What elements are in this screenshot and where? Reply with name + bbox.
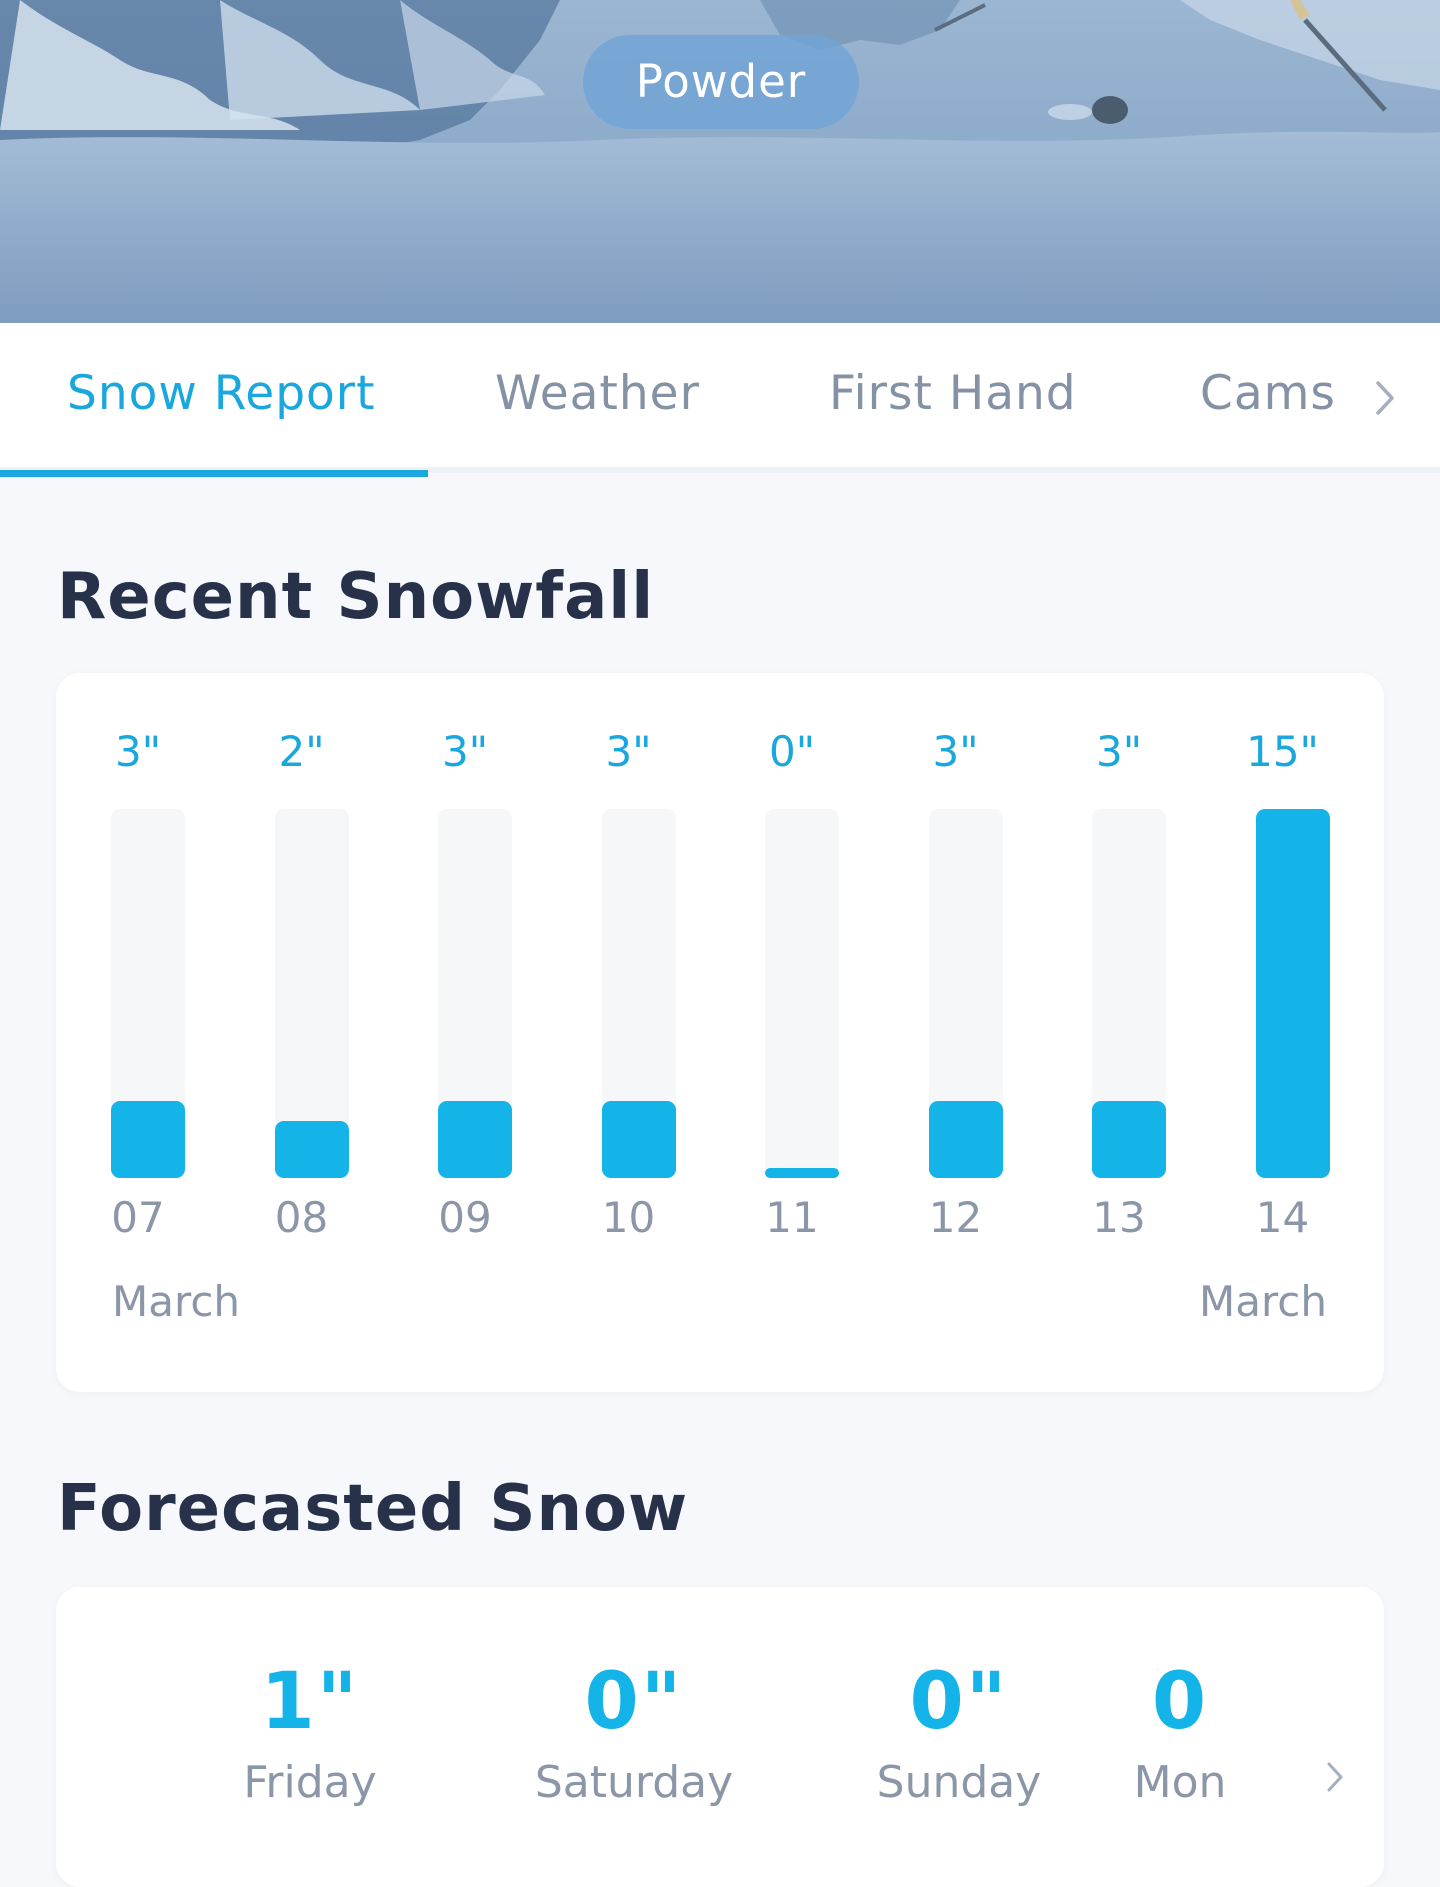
- forecast-amount: 1": [260, 1657, 360, 1747]
- snowfall-bar-column[interactable]: 3" 13: [1037, 673, 1201, 1323]
- snowfall-value-label: 15": [1246, 727, 1319, 776]
- snowfall-bar: [274, 1121, 349, 1178]
- chevron-right-icon[interactable]: [1370, 375, 1400, 421]
- snowfall-bar-track: [1092, 809, 1166, 1178]
- snowfall-bar: [1255, 809, 1330, 1178]
- snowfall-bar-track: [928, 809, 1003, 1178]
- snowfall-bar: [1092, 1101, 1166, 1178]
- recent-snowfall-title: Recent Snowfall: [57, 560, 655, 634]
- snowfall-bar: [111, 1101, 185, 1178]
- snowfall-date-label: 14: [1255, 1193, 1310, 1242]
- snowfall-bar-column[interactable]: 3" 10: [547, 673, 711, 1323]
- forecast-amount: 0: [1151, 1657, 1209, 1747]
- snowfall-bar: [438, 1101, 512, 1178]
- tab-first-hand[interactable]: First Hand: [829, 366, 1077, 421]
- tab-cams[interactable]: Cams: [1200, 366, 1336, 421]
- conditions-badge: Powder: [583, 35, 859, 129]
- snowfall-value-label: 3": [1095, 727, 1143, 776]
- snowfall-bar: [601, 1101, 676, 1178]
- snowfall-bar-track: [438, 809, 512, 1178]
- snowfall-date-label: 13: [1092, 1193, 1146, 1242]
- forecast-day-label: Saturday: [534, 1757, 734, 1808]
- forecast-amount: 0": [584, 1657, 684, 1747]
- snowfall-value-label: 2": [278, 727, 325, 776]
- snowfall-bar-column[interactable]: 15" 14: [1201, 673, 1365, 1323]
- snowfall-date-label: 07: [111, 1193, 165, 1242]
- snowfall-date-label: 11: [765, 1193, 819, 1242]
- end-month-label: March: [1198, 1277, 1327, 1326]
- snowfall-date-label: 12: [928, 1193, 983, 1242]
- forecast-day-label: Mon: [1133, 1757, 1227, 1808]
- snowfall-bar-column[interactable]: 3" 07: [56, 673, 220, 1323]
- hero-image: Powder: [0, 0, 1440, 323]
- snowfall-date-label: 08: [274, 1193, 329, 1242]
- snowfall-bar-column[interactable]: 2" 08: [220, 673, 384, 1323]
- active-tab-indicator: [0, 470, 428, 477]
- tab-weather[interactable]: Weather: [495, 366, 700, 421]
- recent-snowfall-card: 3" 07 2" 08 3" 09 3" 10 0" 11 3" 12 3" 13 15" 14 March …: [56, 673, 1384, 1392]
- snowfall-date-label: 10: [601, 1193, 656, 1242]
- forecast-card: 1" Friday 0" Saturday 0" Sunday 0 Mon: [56, 1587, 1384, 1887]
- snowfall-bar-track: [601, 809, 676, 1178]
- snowfall-bar-track: [274, 809, 349, 1178]
- snowfall-bar-column[interactable]: 3" 09: [383, 673, 547, 1323]
- snowfall-bar-column[interactable]: 0" 11: [710, 673, 874, 1323]
- chevron-right-icon[interactable]: [1322, 1757, 1348, 1797]
- forecasted-snow-title: Forecasted Snow: [57, 1472, 689, 1546]
- snowfall-value-label: 3": [605, 727, 652, 776]
- snowfall-value-label: 0": [768, 727, 816, 776]
- forecast-day-label: Friday: [243, 1757, 377, 1808]
- snowfall-value-label: 3": [114, 727, 162, 776]
- snowfall-date-label: 09: [438, 1193, 492, 1242]
- start-month-label: March: [112, 1277, 241, 1326]
- tab-snow-report[interactable]: Snow Report: [67, 366, 376, 421]
- snowfall-bar-track: [111, 809, 185, 1178]
- snowfall-value-label: 3": [932, 727, 979, 776]
- forecast-day-label: Sunday: [876, 1757, 1042, 1808]
- snowfall-bar: [765, 1168, 839, 1178]
- tab-bar: Snow Report Weather First Hand Cams: [0, 323, 1440, 473]
- forecast-amount: 0": [909, 1657, 1009, 1747]
- snowfall-bar-column[interactable]: 3" 12: [874, 673, 1038, 1323]
- snowfall-bar-track: [765, 809, 839, 1178]
- snowfall-bar: [928, 1101, 1003, 1178]
- snowfall-value-label: 3": [441, 727, 489, 776]
- snowfall-bar-track: [1255, 809, 1330, 1178]
